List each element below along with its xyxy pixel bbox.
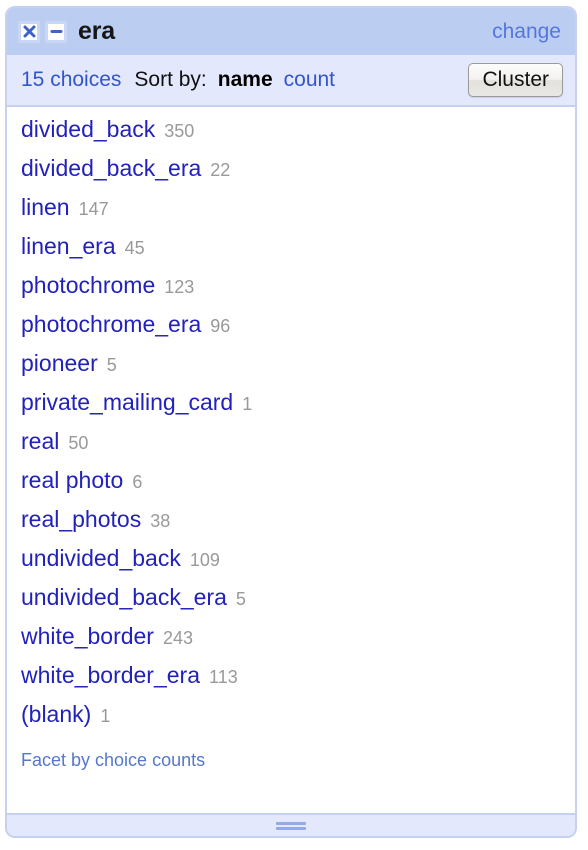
minimize-icon-box (48, 23, 64, 40)
choice-label: undivided_back (21, 545, 181, 571)
choice-count: 22 (210, 160, 231, 180)
choice-label: undivided_back_era (21, 584, 227, 610)
grip-bar (276, 821, 306, 825)
sort-by-label: Sort by: (134, 68, 207, 91)
choice-label: private_mailing_card (21, 389, 234, 415)
facet-resize-handle[interactable] (7, 813, 575, 836)
list-item[interactable]: white_border_era 113 (7, 662, 575, 701)
choice-count: 6 (132, 472, 143, 492)
facet-panel: era change 15 choices Sort by: name coun… (5, 6, 577, 838)
choice-label: divided_back_era (21, 155, 202, 181)
choice-label: real (21, 428, 60, 454)
list-item[interactable]: white_border 243 (7, 623, 575, 662)
grip-bar (276, 826, 306, 830)
choice-count: 96 (210, 316, 231, 336)
choice-label: linen (21, 194, 70, 220)
choice-label: linen_era (21, 233, 116, 259)
resize-grip-icon (276, 821, 306, 830)
choice-count: 243 (162, 628, 194, 648)
list-item[interactable]: photochrome 123 (7, 272, 575, 311)
minimize-icon[interactable] (45, 20, 67, 43)
choice-count: 113 (209, 667, 238, 687)
list-item[interactable]: real_photos 38 (7, 506, 575, 545)
choice-label: pioneer (21, 350, 98, 376)
change-link[interactable]: change (492, 21, 561, 42)
choice-label: white_border (21, 623, 154, 649)
choice-count: 50 (68, 433, 89, 453)
choice-count: 350 (164, 121, 195, 141)
choice-label: white_border_era (21, 662, 201, 688)
facet-by-choice-counts-link[interactable]: Facet by choice counts (7, 740, 575, 771)
minimize-icon-glyph (50, 30, 62, 33)
list-item[interactable]: real 50 (7, 428, 575, 467)
list-item[interactable]: pioneer 5 (7, 350, 575, 389)
choice-label: photochrome_era (21, 311, 202, 337)
choice-count: 1 (242, 394, 253, 414)
list-item[interactable]: undivided_back_era 5 (7, 584, 575, 623)
facet-choice-list: divided_back 350 divided_back_era 22 lin… (7, 107, 575, 813)
choices-count-label[interactable]: 15 choices (21, 68, 121, 92)
choice-label: real_photos (21, 506, 142, 532)
choice-count: 1 (100, 706, 111, 726)
list-item[interactable]: linen 147 (7, 194, 575, 233)
choice-count: 45 (124, 238, 145, 258)
choice-count: 38 (150, 511, 171, 531)
list-item[interactable]: photochrome_era 96 (7, 311, 575, 350)
close-icon-box (21, 23, 37, 40)
list-item[interactable]: linen_era 45 (7, 233, 575, 272)
choice-label: real photo (21, 467, 124, 493)
list-item[interactable]: undivided_back 109 (7, 545, 575, 584)
choice-count: 147 (78, 199, 109, 219)
choice-count: 123 (164, 277, 195, 297)
list-item[interactable]: real photo 6 (7, 467, 575, 506)
close-icon-glyph (23, 25, 35, 38)
choice-count: 5 (235, 589, 246, 609)
cluster-button[interactable]: Cluster (468, 63, 563, 97)
list-item[interactable]: divided_back_era 22 (7, 155, 575, 194)
facet-title: era (78, 17, 115, 45)
list-item[interactable]: divided_back 350 (7, 116, 575, 155)
facet-title-bar: era change (7, 8, 575, 55)
sort-by-name[interactable]: name (218, 68, 273, 92)
choice-label: (blank) (21, 701, 92, 727)
list-item[interactable]: private_mailing_card 1 (7, 389, 575, 428)
close-icon[interactable] (18, 20, 40, 43)
choice-label: divided_back (21, 116, 156, 142)
sort-by-count[interactable]: count (284, 68, 335, 92)
choice-label: photochrome (21, 272, 156, 298)
facet-subheader: 15 choices Sort by: name count Cluster (7, 55, 575, 107)
choice-count: 109 (189, 550, 220, 570)
list-item[interactable]: (blank) 1 (7, 701, 575, 740)
choice-count: 5 (106, 355, 117, 375)
